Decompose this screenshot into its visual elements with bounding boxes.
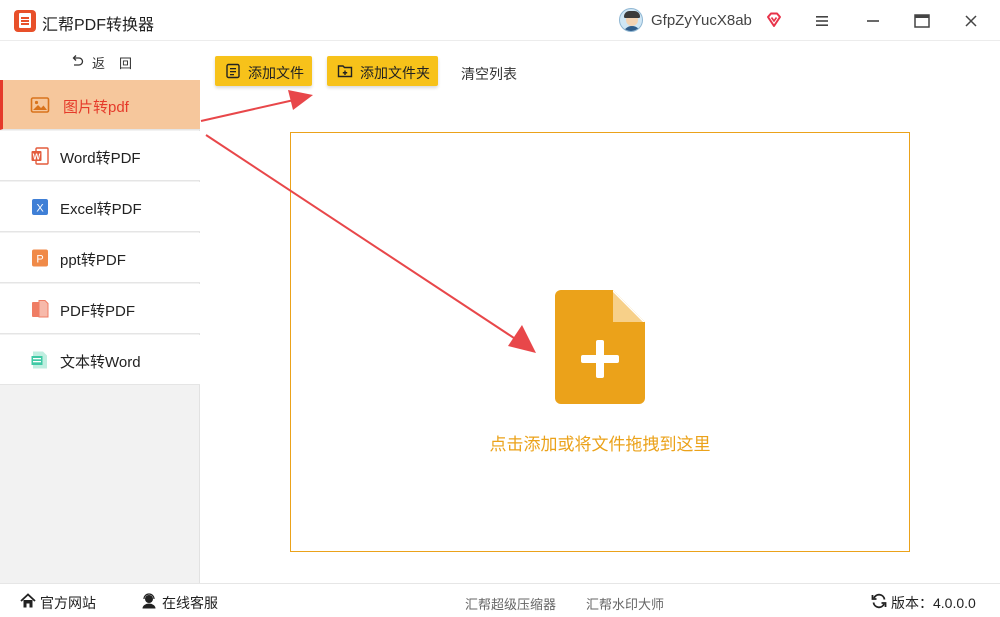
file-drop-zone[interactable]: 点击添加或将文件拖拽到这里 xyxy=(290,132,910,552)
menu-icon[interactable] xyxy=(812,11,832,31)
ppt-icon: P xyxy=(32,249,48,267)
add-file-label: 添加文件 xyxy=(248,65,304,81)
compressor-app-link[interactable]: 汇帮超级压缩器 xyxy=(465,594,556,613)
home-icon xyxy=(20,593,36,608)
maximize-icon[interactable] xyxy=(912,11,932,31)
sidebar: 返回 图片转pdf W Word转PDF X Excel转PDF P ppt转P… xyxy=(0,42,200,583)
add-folder-icon xyxy=(337,65,353,78)
status-bar: 官方网站 在线客服 汇帮超级压缩器 汇帮水印大师 版本：4.0.0.0 xyxy=(0,583,1000,617)
sidebar-item-label: 文本转Word xyxy=(60,354,141,371)
excel-icon: X xyxy=(32,199,48,215)
pdf-icon xyxy=(32,300,49,318)
customer-service-icon xyxy=(142,593,156,609)
version-label[interactable]: 版本：4.0.0.0 xyxy=(891,593,976,613)
back-label: 返回 xyxy=(92,56,147,71)
username[interactable]: GfpZyYucX8ab xyxy=(651,12,752,29)
app-title: 汇帮PDF转换器 xyxy=(42,17,155,34)
sidebar-item-word-to-pdf[interactable]: W Word转PDF xyxy=(0,131,200,181)
add-folder-button[interactable]: 添加文件夹 xyxy=(327,56,438,86)
svg-text:W: W xyxy=(33,152,41,161)
svg-text:X: X xyxy=(36,203,44,215)
drop-zone-hint: 点击添加或将文件拖拽到这里 xyxy=(489,435,711,454)
sidebar-item-label: Excel转PDF xyxy=(60,201,142,218)
sidebar-item-ppt-to-pdf[interactable]: P ppt转PDF xyxy=(0,233,200,283)
back-button[interactable]: 返回 xyxy=(0,42,200,80)
sidebar-item-label: PDF转PDF xyxy=(60,303,136,320)
user-avatar[interactable] xyxy=(619,8,643,32)
image-icon xyxy=(30,97,50,113)
watermark-app-link[interactable]: 汇帮水印大师 xyxy=(586,594,664,613)
add-folder-label: 添加文件夹 xyxy=(360,65,430,81)
arrow-to-toolbar xyxy=(200,90,313,122)
text-doc-icon xyxy=(31,351,47,369)
title-bar: 汇帮PDF转换器 GfpZyYucX8ab xyxy=(0,0,1000,41)
minimize-icon[interactable] xyxy=(863,11,883,31)
online-support-link[interactable]: 在线客服 xyxy=(162,593,218,613)
vip-diamond-icon[interactable] xyxy=(765,11,783,29)
svg-text:P: P xyxy=(36,254,43,266)
app-logo-icon xyxy=(14,10,36,32)
word-icon: W xyxy=(31,147,49,165)
official-website-link[interactable]: 官方网站 xyxy=(40,593,96,613)
sidebar-item-pdf-to-pdf[interactable]: PDF转PDF xyxy=(0,284,200,334)
sidebar-item-excel-to-pdf[interactable]: X Excel转PDF xyxy=(0,182,200,232)
add-file-button[interactable]: 添加文件 xyxy=(215,56,312,86)
sidebar-item-label: 图片转pdf xyxy=(63,99,129,116)
clear-list-button[interactable]: 清空列表 xyxy=(461,64,517,84)
close-icon[interactable] xyxy=(961,11,981,31)
refresh-icon[interactable] xyxy=(871,593,887,609)
sidebar-item-image-to-pdf[interactable]: 图片转pdf xyxy=(0,80,200,130)
sidebar-item-label: ppt转PDF xyxy=(60,252,126,269)
sidebar-item-text-to-word[interactable]: 文本转Word xyxy=(0,335,200,385)
back-arrow-icon xyxy=(72,55,84,66)
sidebar-item-label: Word转PDF xyxy=(60,150,141,167)
add-file-icon xyxy=(226,63,240,79)
add-file-plus-icon xyxy=(555,290,645,404)
